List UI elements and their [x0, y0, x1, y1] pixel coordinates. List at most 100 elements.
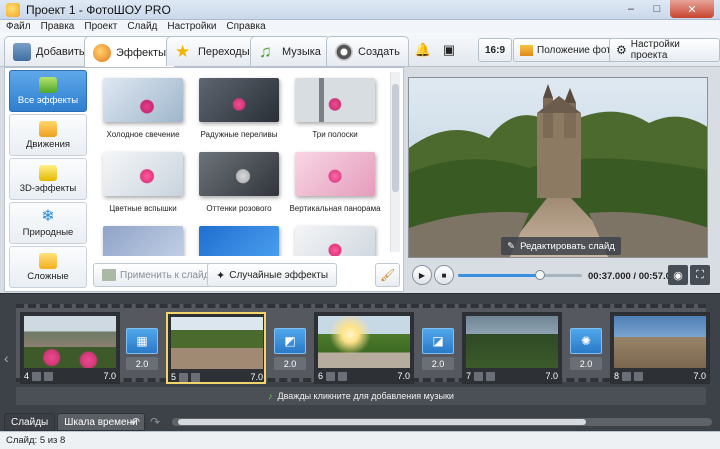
effect-item[interactable] [287, 218, 383, 256]
project-settings-button[interactable]: ⚙ Настройки проекта [609, 38, 720, 62]
status-bar: Слайд: 5 из 8 [0, 431, 720, 449]
slide-image [24, 316, 116, 368]
slide-sound-icon[interactable] [44, 371, 54, 381]
transition-item[interactable]: ◪ 2.0 [422, 328, 456, 374]
slide-effect-icon[interactable] [32, 371, 42, 381]
slide-effect-icon[interactable] [179, 372, 189, 382]
slide-sound-icon[interactable] [191, 372, 201, 382]
preview-image [409, 78, 707, 257]
app-logo-icon [6, 2, 20, 17]
random-effects-button[interactable]: ✦ Случайные эффекты [207, 263, 338, 287]
stop-button[interactable]: ■ [434, 265, 454, 285]
tab-add[interactable]: Добавить [4, 36, 94, 66]
slide-number: 7 [466, 371, 472, 381]
transition-item[interactable]: ▦ 2.0 [126, 328, 160, 374]
slide-thumbnail[interactable]: 4 7.0 [20, 312, 120, 384]
effect-item[interactable]: Три полоски [287, 70, 383, 144]
effects-scrollbar[interactable] [390, 72, 400, 252]
category-nature[interactable]: ❄ Природные [9, 202, 87, 244]
tab-add-label: Добавить [36, 45, 85, 58]
redo-icon[interactable]: ↷ [150, 415, 160, 429]
effect-item[interactable]: Радужные переливы [191, 70, 287, 144]
menu-settings[interactable]: Настройки [167, 21, 216, 32]
effect-item[interactable]: Вертикальная панорама [287, 144, 383, 218]
slide-thumbnail-selected[interactable]: 5 7.0 [166, 312, 266, 384]
image-settings-icon[interactable]: ▣ [440, 41, 458, 59]
tab-create[interactable]: Создать [326, 36, 409, 66]
seek-bar-handle[interactable] [534, 270, 545, 280]
menu-file[interactable]: Файл [6, 21, 31, 32]
slide-sound-icon[interactable] [338, 371, 348, 381]
tab-effects[interactable]: Эффекты [84, 36, 176, 68]
clear-effects-button[interactable]: 🖌 [375, 263, 401, 287]
effect-item[interactable]: Холодное свечение [95, 70, 191, 144]
notification-bell-icon[interactable]: 🔔 [414, 41, 432, 59]
slide-number: 6 [318, 371, 324, 381]
effect-label: Цветные вспышки [109, 204, 177, 213]
maximize-button[interactable]: □ [644, 0, 670, 18]
effect-categories: Все эффекты Движения 3D-эффекты ❄ Природ… [9, 70, 91, 290]
slide-thumbnail[interactable]: 8 7.0 [610, 312, 710, 384]
minimize-button[interactable]: – [618, 0, 644, 18]
transition-icon: ◪ [422, 328, 454, 354]
strip-left-arrow-icon[interactable]: ‹ [4, 350, 9, 366]
slide-thumbnail[interactable]: 7 7.0 [462, 312, 562, 384]
strip-scrollbar[interactable] [172, 418, 712, 426]
menu-edit[interactable]: Правка [41, 21, 75, 32]
category-3d-effects[interactable]: 3D-эффекты [9, 158, 87, 200]
apply-to-slide-button[interactable]: Применить к слайду [93, 263, 224, 287]
menu-project[interactable]: Проект [84, 21, 117, 32]
slide-strip: ‹ › 4 7.0 ▦ 2.0 5 7.0 [0, 293, 720, 431]
tab-transitions[interactable]: ★ Переходы [166, 36, 259, 66]
slide-sound-icon[interactable] [634, 371, 644, 381]
slide-duration: 7.0 [250, 372, 263, 382]
tab-slides-view[interactable]: Слайды [4, 413, 56, 431]
window-title: Проект 1 - ФотоШОУ PRO [26, 2, 171, 17]
strip-scrollbar-thumb[interactable] [178, 419, 586, 425]
category-label: 3D-эффекты [19, 182, 77, 194]
category-complex[interactable]: Сложные [9, 246, 87, 288]
menu-help[interactable]: Справка [226, 21, 265, 32]
random-effects-label: Случайные эффекты [229, 269, 329, 281]
photo-position-button[interactable]: Положение фото [513, 38, 624, 62]
edit-slide-button[interactable]: ✎ Редактировать слайд [501, 237, 621, 255]
slide-image [318, 316, 410, 368]
menu-slide[interactable]: Слайд [127, 21, 157, 32]
effect-thumbnail [295, 226, 375, 256]
category-all-effects[interactable]: Все эффекты [9, 70, 87, 112]
fullscreen-icon: ⛶ [696, 268, 704, 281]
effect-item[interactable] [95, 218, 191, 256]
category-motion[interactable]: Движения [9, 114, 87, 156]
aspect-ratio-label: 16:9 [485, 44, 506, 56]
effect-item[interactable] [191, 218, 287, 256]
slide-sound-icon[interactable] [486, 371, 496, 381]
effects-scrollbar-thumb[interactable] [392, 84, 399, 192]
slide-image [466, 316, 558, 368]
tab-music-label: Музыка [282, 45, 321, 58]
close-button[interactable]: ✕ [670, 0, 714, 18]
effect-thumbnail [199, 152, 279, 196]
transition-item[interactable]: ◩ 2.0 [274, 328, 308, 374]
slide-duration: 7.0 [693, 371, 706, 381]
effect-item[interactable]: Цветные вспышки [95, 144, 191, 218]
move-arrows-icon [39, 120, 57, 137]
undo-icon[interactable]: ↶ [130, 415, 140, 429]
snapshot-button[interactable]: ◉ [668, 265, 688, 285]
music-track[interactable]: ♪ Дважды кликните для добавления музыки [16, 387, 706, 405]
tab-music[interactable]: ♫ Музыка [250, 36, 330, 66]
effect-label: Оттенки розового [206, 204, 272, 213]
main-toolbar: Добавить Эффекты ★ Переходы ♫ Музыка Соз… [0, 33, 720, 68]
fullscreen-button[interactable]: ⛶ [690, 265, 710, 285]
slide-info: 7 7.0 [466, 370, 558, 382]
transition-item[interactable]: ✺ 2.0 [570, 328, 604, 374]
slide-thumbnail[interactable]: 6 7.0 [314, 312, 414, 384]
slide-effect-icon[interactable] [326, 371, 336, 381]
slide-effect-icon[interactable] [622, 371, 632, 381]
effect-item[interactable]: Оттенки розового [191, 144, 287, 218]
music-hint: Дважды кликните для добавления музыки [277, 391, 454, 401]
aspect-ratio-button[interactable]: 16:9 [478, 38, 513, 62]
play-button[interactable]: ▶ [412, 265, 432, 285]
seek-bar[interactable] [458, 270, 582, 280]
slide-effect-icon[interactable] [474, 371, 484, 381]
pencil-icon: ✎ [507, 240, 516, 252]
